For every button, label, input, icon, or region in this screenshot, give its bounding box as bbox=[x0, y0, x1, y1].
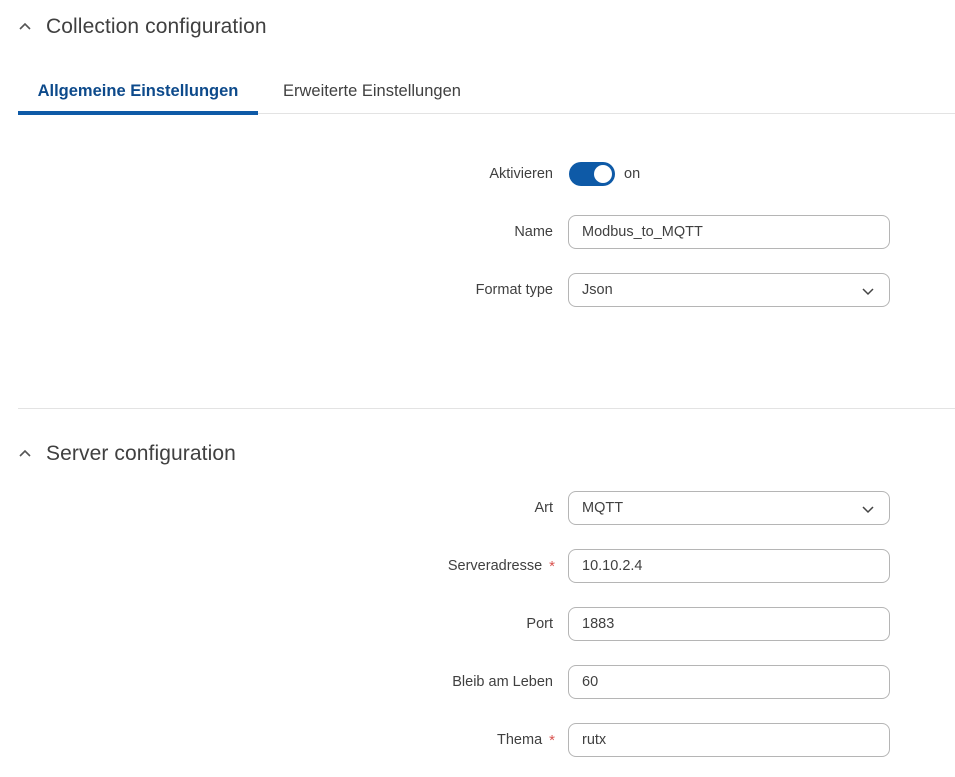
keepalive-row: Bleib am Leben 60 bbox=[0, 665, 955, 699]
keepalive-input[interactable]: 60 bbox=[568, 665, 890, 699]
type-label: Art bbox=[534, 500, 553, 516]
tab-advanced-settings[interactable]: Erweiterte Einstellungen bbox=[258, 68, 484, 114]
port-input[interactable]: 1883 bbox=[568, 607, 890, 641]
server-address-row: Serveradresse * 10.10.2.4 bbox=[0, 549, 955, 583]
enable-toggle-group: on bbox=[569, 157, 640, 191]
topic-label: Thema * bbox=[497, 723, 555, 757]
collection-section-header[interactable]: Collection configuration bbox=[18, 15, 267, 39]
type-select[interactable]: MQTT bbox=[568, 491, 890, 525]
topic-label-text: Thema bbox=[497, 732, 543, 748]
type-value: MQTT bbox=[582, 500, 624, 516]
tab-general-settings[interactable]: Allgemeine Einstellungen bbox=[18, 68, 258, 115]
section-divider bbox=[18, 408, 955, 409]
chevron-down-icon bbox=[861, 502, 875, 516]
name-label: Name bbox=[514, 224, 553, 240]
server-address-label-text: Serveradresse bbox=[447, 558, 543, 574]
format-type-label: Format type bbox=[475, 282, 553, 298]
server-section-header[interactable]: Server configuration bbox=[18, 442, 236, 466]
required-marker: * bbox=[549, 557, 555, 575]
server-address-input[interactable]: 10.10.2.4 bbox=[568, 549, 890, 583]
required-marker: * bbox=[549, 731, 555, 749]
keepalive-label: Bleib am Leben bbox=[452, 674, 553, 690]
format-type-row: Format type Json bbox=[0, 273, 955, 307]
topic-input[interactable]: rutx bbox=[568, 723, 890, 757]
name-input[interactable]: Modbus_to_MQTT bbox=[568, 215, 890, 249]
port-row: Port 1883 bbox=[0, 607, 955, 641]
enable-state-text: on bbox=[624, 166, 641, 182]
port-label: Port bbox=[526, 616, 553, 632]
enable-toggle[interactable] bbox=[569, 162, 615, 186]
chevron-up-icon[interactable] bbox=[18, 444, 46, 464]
page: Collection configuration Allgemeine Eins… bbox=[0, 0, 955, 777]
toggle-knob bbox=[594, 165, 612, 183]
chevron-down-icon bbox=[861, 284, 875, 298]
format-type-value: Json bbox=[582, 282, 613, 298]
name-row: Name Modbus_to_MQTT bbox=[0, 215, 955, 249]
topic-row: Thema * rutx bbox=[0, 723, 955, 757]
server-address-label: Serveradresse * bbox=[448, 549, 555, 583]
chevron-up-icon[interactable] bbox=[18, 17, 46, 37]
collection-section-title: Collection configuration bbox=[46, 15, 267, 38]
tabs-bar: Allgemeine Einstellungen Erweiterte Eins… bbox=[18, 68, 955, 115]
enable-label: Aktivieren bbox=[489, 166, 553, 182]
enable-row: Aktivieren on bbox=[0, 157, 955, 191]
type-row: Art MQTT bbox=[0, 491, 955, 525]
format-type-select[interactable]: Json bbox=[568, 273, 890, 307]
server-section-title: Server configuration bbox=[46, 442, 236, 465]
